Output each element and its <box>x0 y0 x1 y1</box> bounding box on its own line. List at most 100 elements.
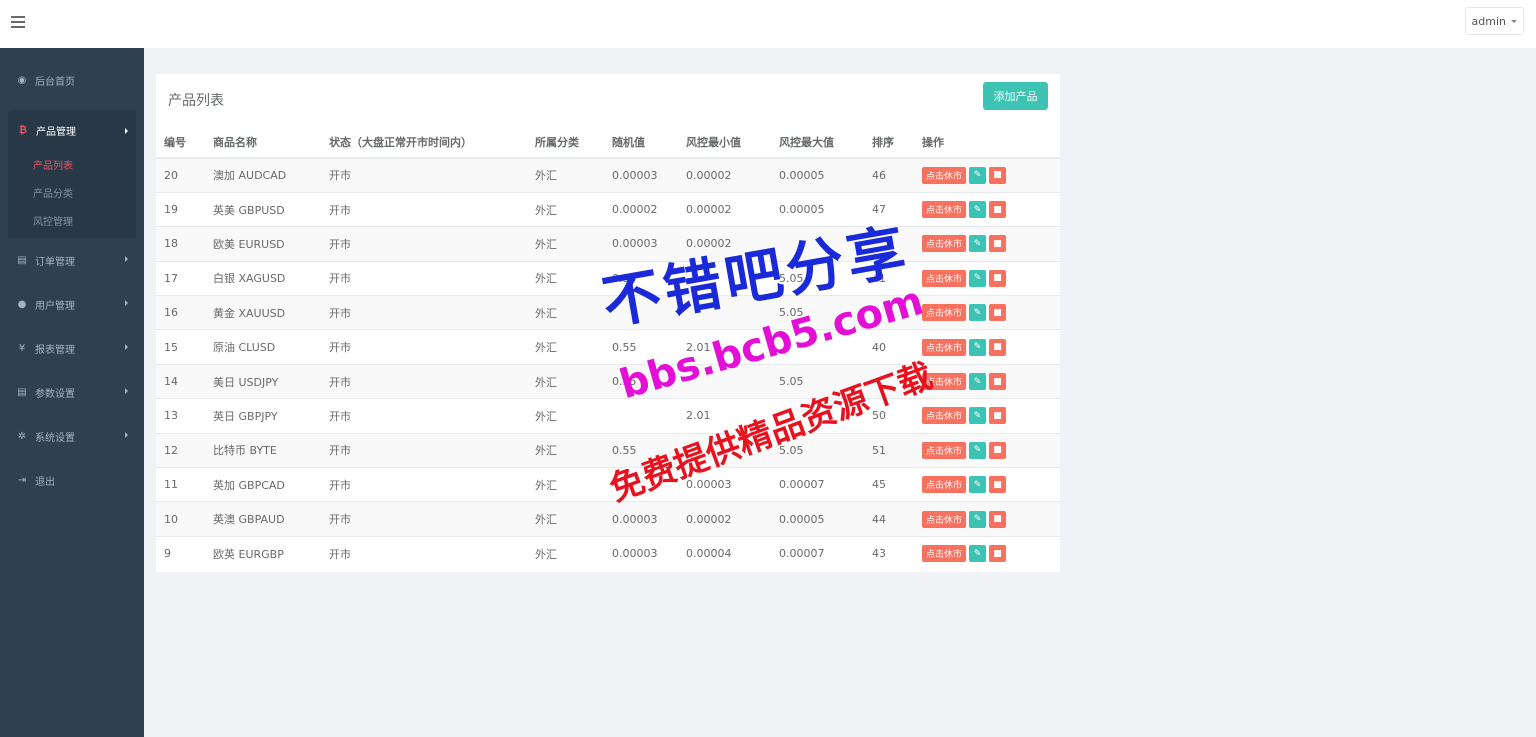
cell-random: 0.00003 <box>604 226 678 262</box>
trash-icon[interactable]: ■ <box>989 338 1007 356</box>
cell-min: 2.01 <box>678 398 771 434</box>
close-market-button[interactable]: 点击休市 <box>922 269 967 287</box>
sidebar-item-reports[interactable]: ¥ 报表管理 <box>0 326 144 370</box>
cell-category: 外汇 <box>527 226 604 262</box>
caret-right-icon <box>125 300 128 306</box>
product-list-panel: 产品列表 添加产品 编号 商品名称 状态（大盘正常开市时间内） 所属分类 随机值… <box>156 74 1060 572</box>
cell-min <box>678 432 771 468</box>
close-market-button[interactable]: 点击休市 <box>922 510 967 528</box>
cell-category: 外汇 <box>527 501 604 537</box>
user-dropdown[interactable]: admin <box>1464 7 1524 35</box>
cell-max: 0.00007 <box>771 535 864 571</box>
cell-max: 0.00005 <box>771 157 864 193</box>
sidebar-subitem-risk-control[interactable]: 风控管理 <box>8 206 136 234</box>
sidebar-item-logout[interactable]: ⇥ 退出 <box>0 458 144 502</box>
close-market-button[interactable]: 点击休市 <box>922 201 967 219</box>
caret-right-icon <box>125 388 128 394</box>
pencil-icon[interactable]: ✎ <box>969 441 987 459</box>
cell-actions: 点击休市 ✎ ■ <box>914 157 1060 193</box>
trash-icon[interactable]: ■ <box>989 269 1007 287</box>
trash-icon[interactable]: ■ <box>989 545 1007 563</box>
sidebar-item-label: 用户管理 <box>35 300 75 312</box>
top-navbar: admin <box>0 0 1536 48</box>
cell-category: 外汇 <box>527 191 604 227</box>
sidebar-item-dashboard[interactable]: ◉ 后台首页 <box>0 58 144 102</box>
cell-id: 9 <box>156 535 205 571</box>
yen-icon: ¥ <box>18 342 26 354</box>
pencil-icon[interactable]: ✎ <box>969 235 987 253</box>
pencil-icon[interactable]: ✎ <box>969 166 987 184</box>
cell-id: 14 <box>156 363 205 399</box>
pencil-icon[interactable]: ✎ <box>969 407 987 425</box>
cell-status: 开市 <box>321 260 527 296</box>
close-market-button[interactable]: 点击休市 <box>922 476 967 494</box>
cell-actions: 点击休市 ✎ ■ <box>914 398 1060 434</box>
pencil-icon[interactable]: ✎ <box>969 201 987 219</box>
cell-sort: 51 <box>864 432 914 468</box>
column-header: 编号 <box>156 126 205 159</box>
close-market-button[interactable]: 点击休市 <box>922 545 967 563</box>
close-market-button[interactable]: 点击休市 <box>922 235 967 253</box>
sidebar-item-label: 退出 <box>35 476 55 488</box>
product-table: 编号 商品名称 状态（大盘正常开市时间内） 所属分类 随机值 风控最小值 风控最… <box>156 126 1060 571</box>
cell-category: 外汇 <box>527 432 604 468</box>
pencil-icon[interactable]: ✎ <box>969 269 987 287</box>
trash-icon[interactable]: ■ <box>989 235 1007 253</box>
cell-min: 0.00002 <box>678 191 771 227</box>
trash-icon[interactable]: ■ <box>989 510 1007 528</box>
cell-sort: 50 <box>864 398 914 434</box>
cell-id: 13 <box>156 398 205 434</box>
menu-toggle-icon[interactable] <box>11 16 25 28</box>
cell-id: 11 <box>156 467 205 502</box>
trash-icon[interactable]: ■ <box>989 201 1007 219</box>
cell-sort: 46 <box>864 157 914 193</box>
pencil-icon[interactable]: ✎ <box>969 545 987 563</box>
cell-min: 0.00002 <box>678 226 771 262</box>
cell-min <box>678 295 771 330</box>
cell-name: 欧美 EURUSD <box>205 226 321 262</box>
trash-icon[interactable]: ■ <box>989 476 1007 494</box>
table-row: 17 白银 XAGUSD 开市 外汇 0.55 5.05 41 点击休市 ✎ ■ <box>156 260 1060 296</box>
cell-status: 开市 <box>321 432 527 468</box>
pencil-icon[interactable]: ✎ <box>969 338 987 356</box>
sidebar-item-params[interactable]: ▤ 参数设置 <box>0 370 144 414</box>
close-market-button[interactable]: 点击休市 <box>922 166 967 184</box>
cell-actions: 点击休市 ✎ ■ <box>914 535 1060 571</box>
close-market-button[interactable]: 点击休市 <box>922 373 967 391</box>
sidebar-subitem-product-category[interactable]: 产品分类 <box>8 178 136 206</box>
column-header: 商品名称 <box>205 126 321 159</box>
close-market-button[interactable]: 点击休市 <box>922 338 967 356</box>
pencil-icon[interactable]: ✎ <box>969 476 987 494</box>
trash-icon[interactable]: ■ <box>989 373 1007 391</box>
sidebar-item-products[interactable]: ₿ 产品管理 <box>8 110 136 150</box>
close-market-button[interactable]: 点击休市 <box>922 304 967 322</box>
table-row: 12 比特币 BYTE 开市 外汇 0.55 5.05 51 点击休市 ✎ ■ <box>156 432 1060 468</box>
sidebar-subitem-product-list[interactable]: 产品列表 <box>8 150 136 178</box>
cell-min: 0.00003 <box>678 467 771 502</box>
cell-random: 0.00003 <box>604 535 678 571</box>
sidebar-item-users[interactable]: ● 用户管理 <box>0 282 144 326</box>
trash-icon[interactable]: ■ <box>989 407 1007 425</box>
pencil-icon[interactable]: ✎ <box>969 304 987 322</box>
trash-icon[interactable]: ■ <box>989 441 1007 459</box>
caret-right-icon <box>125 128 128 134</box>
close-market-button[interactable]: 点击休市 <box>922 407 967 425</box>
close-market-button[interactable]: 点击休市 <box>922 441 967 459</box>
cell-random: 0.00003 <box>604 157 678 193</box>
cell-random <box>604 467 678 502</box>
cell-actions: 点击休市 ✎ ■ <box>914 432 1060 468</box>
cell-status: 开市 <box>321 157 527 193</box>
sidebar-item-orders[interactable]: ▤ 订单管理 <box>0 238 144 282</box>
pencil-icon[interactable]: ✎ <box>969 373 987 391</box>
cell-id: 18 <box>156 226 205 262</box>
trash-icon[interactable]: ■ <box>989 304 1007 322</box>
sidebar-item-system[interactable]: ✲ 系统设置 <box>0 414 144 458</box>
cell-name: 英澳 GBPAUD <box>205 501 321 537</box>
cell-sort <box>864 226 914 262</box>
trash-icon[interactable]: ■ <box>989 166 1007 184</box>
user-name: admin <box>1471 14 1506 28</box>
add-product-button[interactable]: 添加产品 <box>983 82 1048 110</box>
cell-id: 16 <box>156 295 205 330</box>
pencil-icon[interactable]: ✎ <box>969 510 987 528</box>
cell-random: 0.55 <box>604 363 678 399</box>
